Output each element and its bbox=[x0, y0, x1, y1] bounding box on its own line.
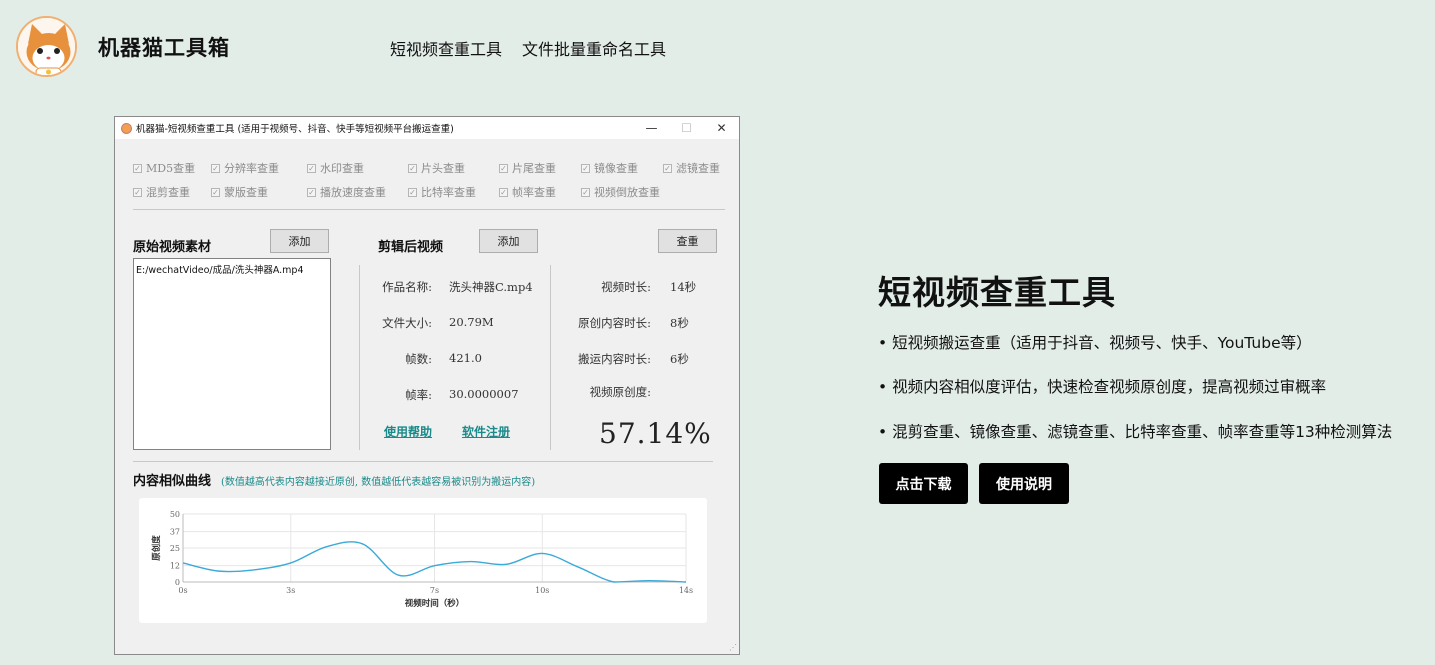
register-link[interactable]: 软件注册 bbox=[462, 423, 510, 440]
y-axis-label: 原创度 bbox=[151, 535, 162, 561]
file-size-label: 文件大小: bbox=[382, 316, 432, 330]
check-button[interactable]: 查重 bbox=[658, 229, 717, 253]
original-duration-label: 原创内容时长: bbox=[578, 316, 651, 330]
divider bbox=[133, 461, 713, 462]
resize-grip[interactable]: ⋰ bbox=[729, 643, 737, 652]
checkbox-framerate[interactable]: ✓ 帧率查重 bbox=[499, 184, 556, 200]
originality-value: 57.14% bbox=[599, 417, 712, 450]
checkbox-mask[interactable]: ✓ 蒙版查重 bbox=[211, 184, 268, 200]
close-button[interactable]: ✕ bbox=[704, 121, 739, 135]
curve-title: 内容相似曲线 bbox=[133, 474, 212, 489]
divider bbox=[133, 209, 725, 210]
x-axis-label: 视频时间（秒） bbox=[405, 598, 465, 609]
logo-cat bbox=[16, 16, 77, 77]
copied-duration-value: 6秒 bbox=[670, 352, 689, 366]
divider bbox=[359, 265, 360, 450]
window-titlebar: 机器猫-短视频查重工具 (适用于视频号、抖音、快手等短视频平台搬运查重) — ☐… bbox=[115, 117, 739, 139]
download-button[interactable]: 点击下载 bbox=[879, 463, 968, 504]
checkbox-watermark[interactable]: ✓ 水印查重 bbox=[307, 160, 364, 176]
frame-rate-label: 帧率: bbox=[405, 388, 432, 402]
x-tick-label: 0s bbox=[178, 586, 187, 595]
checkbox-speed[interactable]: ✓ 播放速度查重 bbox=[307, 184, 386, 200]
brand-title: 机器猫工具箱 bbox=[98, 36, 230, 60]
help-link[interactable]: 使用帮助 bbox=[384, 423, 432, 440]
y-tick-label: 12 bbox=[170, 562, 180, 571]
minimize-button[interactable]: — bbox=[634, 121, 669, 135]
file-size-value: 20.79M bbox=[449, 315, 494, 329]
window-title: 机器猫-短视频查重工具 (适用于视频号、抖音、快手等短视频平台搬运查重) bbox=[136, 124, 454, 135]
x-tick-label: 7s bbox=[430, 586, 439, 595]
checkbox-intro[interactable]: ✓ 片头查重 bbox=[408, 160, 465, 176]
originality-label: 视频原创度: bbox=[589, 385, 651, 399]
app-window: 机器猫-短视频查重工具 (适用于视频号、抖音、快手等短视频平台搬运查重) — ☐… bbox=[114, 116, 740, 655]
list-item[interactable]: E:/wechatVideo/成品/洗头神器A.mp4 bbox=[136, 262, 328, 276]
duration-value: 14秒 bbox=[670, 280, 697, 294]
checkbox-mixcut[interactable]: ✓ 混剪查重 bbox=[133, 184, 190, 200]
app-icon bbox=[121, 122, 132, 134]
edited-section-title: 剪辑后视频 bbox=[378, 240, 444, 255]
x-tick-label: 10s bbox=[535, 586, 549, 595]
y-tick-label: 37 bbox=[170, 528, 180, 537]
curve-note: (数值越高代表内容越接近原创, 数值越低代表越容易被识别为搬运内容) bbox=[221, 477, 536, 488]
manual-button[interactable]: 使用说明 bbox=[979, 463, 1069, 504]
feature-bullet: • 视频内容相似度评估，快速检查视频原创度，提高视频过审概率 bbox=[878, 378, 1327, 396]
checkbox-md5[interactable]: ✓ MD5查重 bbox=[133, 160, 195, 176]
checkbox-outro[interactable]: ✓ 片尾查重 bbox=[499, 160, 556, 176]
add-edited-button[interactable]: 添加 bbox=[479, 229, 538, 253]
checkbox-reverse[interactable]: ✓ 视频倒放查重 bbox=[581, 184, 660, 200]
work-name-value: 洗头神器C.mp4 bbox=[449, 280, 533, 294]
feature-bullet: • 混剪查重、镜像查重、滤镜查重、比特率查重、帧率查重等13种检测算法 bbox=[878, 423, 1393, 441]
chart-svg: 5037251200s 3s 7s 10s 14s视频时间（秒）原创度 bbox=[151, 510, 693, 609]
nav-item-batch-rename[interactable]: 文件批量重命名工具 bbox=[522, 36, 666, 60]
frame-count-value: 421.0 bbox=[449, 351, 482, 365]
x-tick-label: 3s bbox=[286, 586, 295, 595]
work-name-label: 作品名称: bbox=[382, 280, 432, 294]
duration-label: 视频时长: bbox=[601, 280, 651, 294]
nav-item-video-dedupe[interactable]: 短视频查重工具 bbox=[390, 36, 502, 60]
y-tick-label: 50 bbox=[170, 510, 180, 519]
original-file-list[interactable]: E:/wechatVideo/成品/洗头神器A.mp4 bbox=[133, 258, 331, 450]
feature-bullet: • 短视频搬运查重（适用于抖音、视频号、快手、YouTube等） bbox=[878, 334, 1312, 352]
checkbox-bitrate[interactable]: ✓ 比特率查重 bbox=[408, 184, 476, 200]
product-title: 短视频查重工具 bbox=[878, 273, 1116, 312]
checkbox-filter[interactable]: ✓ 滤镜查重 bbox=[663, 160, 720, 176]
original-section-title: 原始视频素材 bbox=[133, 240, 212, 255]
checkbox-resolution[interactable]: ✓ 分辨率查重 bbox=[211, 160, 279, 176]
frame-count-label: 帧数: bbox=[405, 352, 432, 366]
add-original-button[interactable]: 添加 bbox=[270, 229, 329, 253]
divider bbox=[550, 265, 551, 450]
checkbox-mirror[interactable]: ✓ 镜像查重 bbox=[581, 160, 638, 176]
maximize-button[interactable]: ☐ bbox=[669, 121, 704, 135]
copied-duration-label: 搬运内容时长: bbox=[578, 352, 651, 366]
frame-rate-value: 30.0000007 bbox=[449, 387, 519, 401]
similarity-chart: 50 37 25 12 0 0s 3s 7s 10s 14s 视频时间（秒） 原创度 bbox=[139, 498, 707, 623]
y-tick-label: 25 bbox=[170, 544, 180, 553]
x-tick-label: 14s bbox=[679, 586, 693, 595]
original-duration-value: 8秒 bbox=[670, 316, 689, 330]
top-nav: 短视频查重工具 文件批量重命名工具 bbox=[390, 36, 666, 60]
